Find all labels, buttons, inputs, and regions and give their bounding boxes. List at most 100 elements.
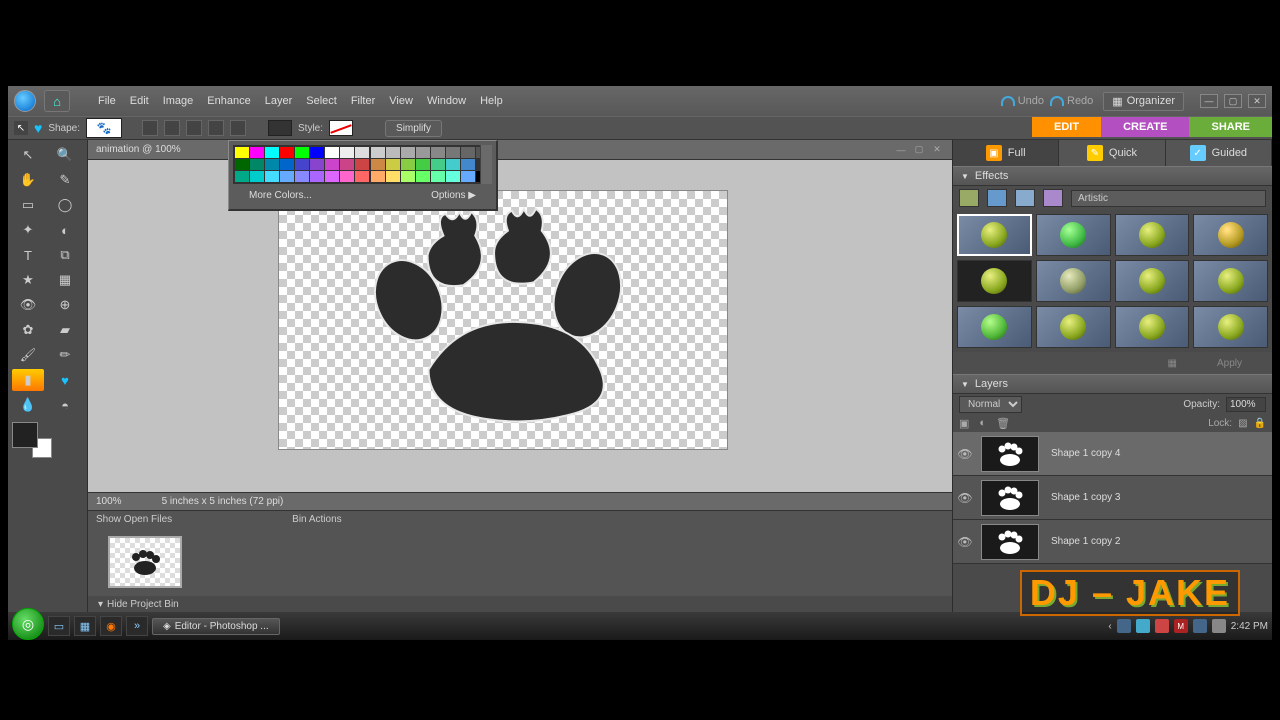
minimize-button[interactable]: — [1200,94,1218,108]
fill-color-swatch[interactable] [268,120,292,136]
color-swatch[interactable] [416,147,430,158]
tray-clock[interactable]: 2:42 PM [1231,621,1268,632]
home-button[interactable]: ⌂ [44,90,70,112]
color-swatch[interactable] [386,159,400,170]
close-button[interactable]: ✕ [1248,94,1266,108]
geom-opt-1[interactable] [142,120,158,136]
maximize-button[interactable]: ▢ [1224,94,1242,108]
color-swatch[interactable] [371,171,385,182]
color-swatch[interactable] [355,147,369,158]
tray-icon[interactable]: M [1174,619,1188,633]
color-swatches[interactable] [12,422,52,458]
doc-minimize[interactable]: — [894,144,908,156]
bucket-tool[interactable]: ▮ [12,369,44,391]
wand-tool[interactable]: ✦ [12,219,44,241]
menu-edit[interactable]: Edit [130,95,149,107]
eraser-tool[interactable]: ▰ [49,319,81,341]
effect-thumb[interactable] [957,214,1032,256]
color-swatch[interactable] [235,171,249,182]
layer-row[interactable]: 👁 Shape 1 copy 2 [953,520,1272,564]
apply-button[interactable]: Apply [1217,358,1242,369]
color-swatch[interactable] [250,159,264,170]
swatch-scrollbar[interactable] [480,145,492,184]
color-swatch[interactable] [461,147,475,158]
effect-thumb[interactable] [1193,214,1268,256]
color-swatch[interactable] [371,147,385,158]
color-swatch[interactable] [325,171,339,182]
color-swatch[interactable] [461,159,475,170]
zoom-level[interactable]: 100% [96,496,122,507]
sponge-tool[interactable]: ◓ [49,394,81,416]
color-swatch[interactable] [386,171,400,182]
color-swatch[interactable] [431,171,445,182]
layer-thumbnail[interactable] [981,436,1039,472]
marquee-tool[interactable]: ▭ [12,194,44,216]
tray-volume-icon[interactable] [1212,619,1226,633]
menu-filter[interactable]: Filter [351,95,375,107]
menu-select[interactable]: Select [306,95,337,107]
tab-edit[interactable]: EDIT [1032,117,1101,137]
color-swatch[interactable] [310,171,324,182]
color-swatch[interactable] [461,171,475,182]
crop-tool[interactable]: ⧉ [49,244,81,266]
color-swatch[interactable] [250,171,264,182]
geom-opt-3[interactable] [186,120,202,136]
eyedropper-tool[interactable]: ✎ [49,169,81,191]
redeye-tool[interactable]: 👁 [12,294,44,316]
color-swatch[interactable] [250,147,264,158]
swatch-options-button[interactable]: Options ▶ [431,190,476,201]
delete-layer-icon[interactable]: 🗑 [996,417,1010,430]
bin-thumbnail[interactable] [108,536,182,588]
type-tool[interactable]: T [12,244,44,266]
style-picker[interactable] [329,120,353,136]
menu-image[interactable]: Image [163,95,194,107]
align-tool[interactable]: ▦ [49,269,81,291]
brush-tool[interactable]: 🖌 [12,344,44,366]
menu-file[interactable]: File [98,95,116,107]
mode-full[interactable]: ▣Full [953,140,1059,166]
menu-layer[interactable]: Layer [265,95,293,107]
effect-thumb[interactable] [1193,306,1268,348]
layer-row[interactable]: 👁 Shape 1 copy 3 [953,476,1272,520]
visibility-icon[interactable]: 👁 [953,535,977,549]
layer-row[interactable]: 👁 Shape 1 copy 4 [953,432,1272,476]
ql-desktop-icon[interactable]: ▭ [48,616,70,636]
bin-actions[interactable]: Bin Actions [292,514,341,525]
effect-thumb[interactable] [1193,260,1268,302]
color-swatch[interactable] [401,147,415,158]
clone-tool[interactable]: ✿ [12,319,44,341]
menu-help[interactable]: Help [480,95,503,107]
effect-thumb[interactable] [1036,260,1111,302]
color-swatch[interactable] [310,159,324,170]
opacity-input[interactable] [1226,397,1266,412]
color-swatch[interactable] [265,147,279,158]
fx-cat-2[interactable] [987,189,1007,207]
geom-opt-5[interactable] [230,120,246,136]
mode-guided[interactable]: ✓Guided [1166,140,1272,166]
color-swatch[interactable] [280,171,294,182]
color-swatch[interactable] [265,159,279,170]
move-tool[interactable]: ↖ [12,144,44,166]
doc-close[interactable]: ✕ [930,144,944,156]
lasso-tool[interactable]: ◯ [49,194,81,216]
visibility-icon[interactable]: 👁 [953,447,977,461]
color-swatch[interactable] [416,171,430,182]
healing-tool[interactable]: ⊕ [49,294,81,316]
color-swatch[interactable] [295,147,309,158]
menu-view[interactable]: View [389,95,413,107]
geom-opt-2[interactable] [164,120,180,136]
effect-thumb[interactable] [957,306,1032,348]
color-swatch[interactable] [431,159,445,170]
tray-icon[interactable] [1136,619,1150,633]
organizer-button[interactable]: ▦ Organizer [1103,92,1184,111]
tray-network-icon[interactable] [1193,619,1207,633]
zoom-tool[interactable]: 🔍 [49,144,81,166]
tray-icon[interactable] [1155,619,1169,633]
effects-header[interactable]: ▼Effects [953,166,1272,186]
effect-thumb[interactable] [1115,306,1190,348]
color-swatch[interactable] [340,159,354,170]
lock-pixels-icon[interactable]: ▨ [1238,418,1247,429]
mode-quick[interactable]: ✎Quick [1059,140,1165,166]
color-swatch[interactable] [295,159,309,170]
undo-button[interactable]: Undo [1001,95,1044,107]
